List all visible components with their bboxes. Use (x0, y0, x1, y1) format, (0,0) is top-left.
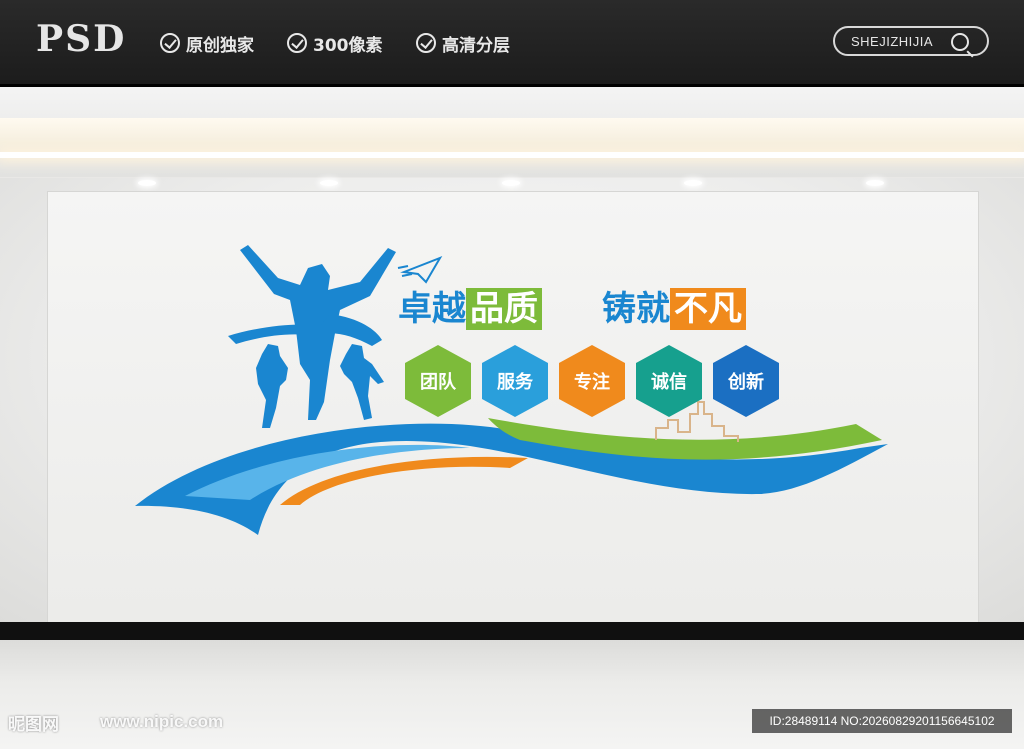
paper-plane-icon (400, 256, 443, 284)
slogan-highlight-green: 品质 (466, 288, 542, 330)
image-id-badge: ID:28489114 NO:20260829201156645102 (752, 709, 1012, 733)
slogan-text: 卓越 (398, 289, 466, 329)
url-watermark: www.nipic.com (100, 712, 224, 731)
site-watermark: 昵图网 (8, 715, 59, 735)
slogan-left: 卓越 品质 (398, 286, 542, 332)
runner-silhouettes (228, 245, 396, 428)
slogan-right: 铸就 不凡 (602, 286, 746, 332)
slogan-highlight-orange: 不凡 (670, 288, 746, 330)
slogan-text: 铸就 (602, 289, 670, 329)
